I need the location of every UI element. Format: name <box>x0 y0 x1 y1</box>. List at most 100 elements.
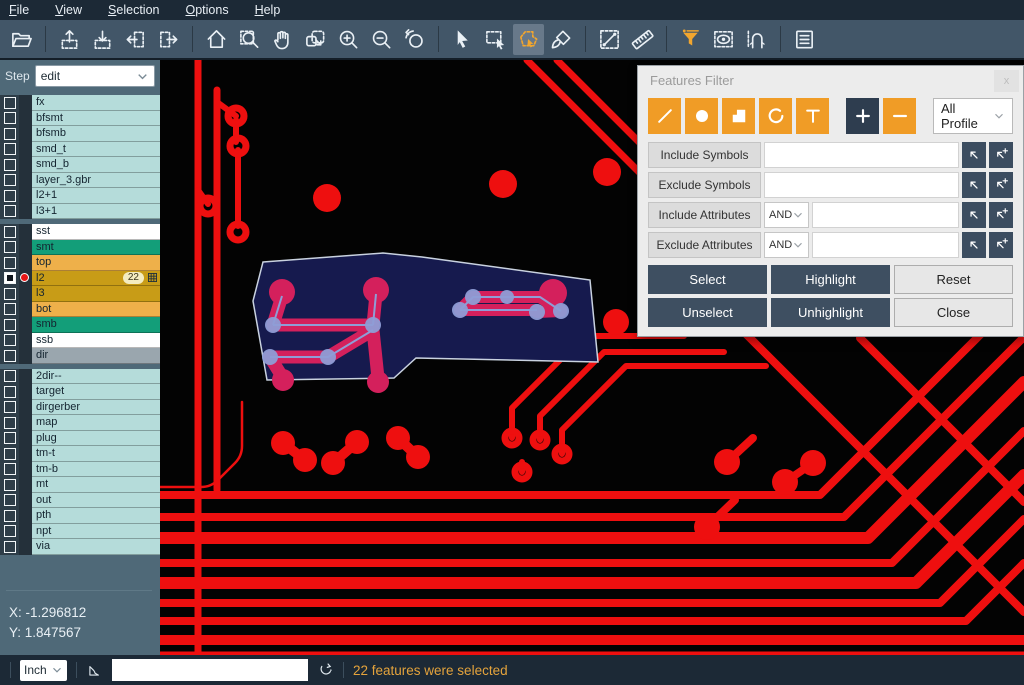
layer-name-cell[interactable]: smb <box>32 317 160 333</box>
zoom-in-button[interactable] <box>333 24 364 55</box>
text-features-button[interactable] <box>796 98 829 134</box>
layer-name-cell[interactable]: smt <box>32 240 160 256</box>
dialog-title-bar[interactable]: Features Filter x <box>638 66 1023 94</box>
layer-row-dirgerber[interactable]: dirgerber <box>0 400 160 416</box>
layer-visibility-checkbox[interactable] <box>0 446 19 462</box>
layer-visibility-checkbox[interactable] <box>0 493 19 509</box>
menu-help[interactable]: Help <box>255 3 281 17</box>
exclude-symbols-button[interactable]: Exclude Symbols <box>648 172 761 198</box>
layer-row-bfsmt[interactable]: bfsmt <box>0 111 160 127</box>
zoom-out-button[interactable] <box>366 24 397 55</box>
menu-selection[interactable]: Selection <box>108 3 159 17</box>
layer-row-smd_t[interactable]: smd_t <box>0 142 160 158</box>
layer-name-cell[interactable]: npt <box>32 524 160 540</box>
layer-visibility-checkbox[interactable] <box>0 400 19 416</box>
layer-visibility-checkbox[interactable] <box>0 369 19 385</box>
import-down-button[interactable] <box>87 24 118 55</box>
layer-row-l3[interactable]: l3 <box>0 286 160 302</box>
layer-row-l3+1[interactable]: l3+1 <box>0 204 160 220</box>
layer-name-cell[interactable]: l2+1 <box>32 188 160 204</box>
profile-select[interactable]: All Profile <box>933 98 1013 134</box>
layer-row-smb[interactable]: smb <box>0 317 160 333</box>
command-input[interactable] <box>112 659 308 681</box>
layer-row-pth[interactable]: pth <box>0 508 160 524</box>
zoom-selection-button[interactable] <box>300 24 331 55</box>
exclude-attributes-button[interactable]: Exclude Attributes <box>648 232 761 258</box>
layer-visibility-checkbox[interactable] <box>0 142 19 158</box>
include-attributes-input[interactable] <box>812 202 959 228</box>
layer-visibility-checkbox[interactable] <box>0 95 19 111</box>
layer-visibility-checkbox[interactable] <box>0 111 19 127</box>
layer-visibility-checkbox[interactable] <box>0 333 19 349</box>
layers-table-button[interactable] <box>789 24 820 55</box>
exclude-symbols-pick-add-button[interactable] <box>989 172 1013 198</box>
layer-visibility-checkbox[interactable] <box>0 348 19 364</box>
layer-name-cell[interactable]: l3 <box>32 286 160 302</box>
exclude-symbols-input[interactable] <box>764 172 959 198</box>
include-symbols-button[interactable]: Include Symbols <box>648 142 761 168</box>
menu-view[interactable]: View <box>55 3 82 17</box>
exclude-attributes-operator-select[interactable]: AND <box>764 232 809 258</box>
layer-row-top[interactable]: top <box>0 255 160 271</box>
step-select[interactable]: edit <box>35 65 155 87</box>
layer-visibility-checkbox[interactable] <box>0 224 19 240</box>
home-view-button[interactable] <box>201 24 232 55</box>
layer-visibility-checkbox[interactable] <box>0 240 19 256</box>
layer-visibility-checkbox[interactable] <box>0 415 19 431</box>
layer-row-smd_b[interactable]: smd_b <box>0 157 160 173</box>
layer-visibility-checkbox[interactable] <box>0 255 19 271</box>
layer-name-cell[interactable]: sst <box>32 224 160 240</box>
highlight-button[interactable]: Highlight <box>771 265 890 294</box>
layer-name-cell[interactable]: bot <box>32 302 160 318</box>
layer-name-cell[interactable]: pth <box>32 508 160 524</box>
measure-ruler-button[interactable] <box>627 24 658 55</box>
rectangle-select-button[interactable] <box>480 24 511 55</box>
pad-features-button[interactable] <box>685 98 718 134</box>
features-filter-button[interactable] <box>675 24 706 55</box>
layer-row-via[interactable]: via <box>0 539 160 555</box>
layer-name-cell[interactable]: plug <box>32 431 160 447</box>
layer-row-ssb[interactable]: ssb <box>0 333 160 349</box>
layer-name-cell[interactable]: smd_b <box>32 157 160 173</box>
include-symbols-pick-button[interactable] <box>962 142 986 168</box>
layer-row-tm-b[interactable]: tm-b <box>0 462 160 478</box>
layer-name-cell[interactable]: bfsmb <box>32 126 160 142</box>
layer-row-l2[interactable]: l222 <box>0 271 160 287</box>
layer-visibility-checkbox[interactable] <box>0 286 19 302</box>
close-button[interactable]: x <box>994 70 1019 92</box>
exclude-attributes-pick-add-button[interactable] <box>989 232 1013 258</box>
export-right-button[interactable] <box>153 24 184 55</box>
layer-name-cell[interactable]: fx <box>32 95 160 111</box>
layer-name-cell[interactable]: dirgerber <box>32 400 160 416</box>
surface-features-button[interactable] <box>722 98 755 134</box>
include-attributes-operator-select[interactable]: AND <box>764 202 809 228</box>
layer-row-target[interactable]: target <box>0 384 160 400</box>
layer-name-cell[interactable]: bfsmt <box>32 111 160 127</box>
include-symbols-pick-add-button[interactable] <box>989 142 1013 168</box>
line-features-button[interactable] <box>648 98 681 134</box>
layer-row-dir[interactable]: dir <box>0 348 160 364</box>
arc-features-button[interactable] <box>759 98 792 134</box>
layer-visibility-checkbox[interactable] <box>0 173 19 189</box>
layer-row-2dir--[interactable]: 2dir-- <box>0 369 160 385</box>
layer-visibility-checkbox[interactable] <box>0 508 19 524</box>
include-attributes-pick-button[interactable] <box>962 202 986 228</box>
export-left-button[interactable] <box>120 24 151 55</box>
add-filter-button[interactable] <box>846 98 879 134</box>
include-attributes-button[interactable]: Include Attributes <box>648 202 761 228</box>
exclude-symbols-pick-button[interactable] <box>962 172 986 198</box>
layer-table-icon[interactable] <box>148 273 157 282</box>
refresh-icon[interactable] <box>317 662 334 679</box>
clear-brush-button[interactable] <box>546 24 577 55</box>
unhighlight-button[interactable]: Unhighlight <box>771 298 890 327</box>
include-attributes-pick-add-button[interactable] <box>989 202 1013 228</box>
units-select[interactable]: Inch <box>20 660 67 681</box>
layer-visibility-checkbox[interactable] <box>0 271 19 287</box>
select-button[interactable]: Select <box>648 265 767 294</box>
layer-row-layer_3.gbr[interactable]: layer_3.gbr <box>0 173 160 189</box>
layer-row-sst[interactable]: sst <box>0 224 160 240</box>
layer-name-cell[interactable]: tm-t <box>32 446 160 462</box>
layer-row-l2+1[interactable]: l2+1 <box>0 188 160 204</box>
layer-row-map[interactable]: map <box>0 415 160 431</box>
layer-name-cell[interactable]: map <box>32 415 160 431</box>
